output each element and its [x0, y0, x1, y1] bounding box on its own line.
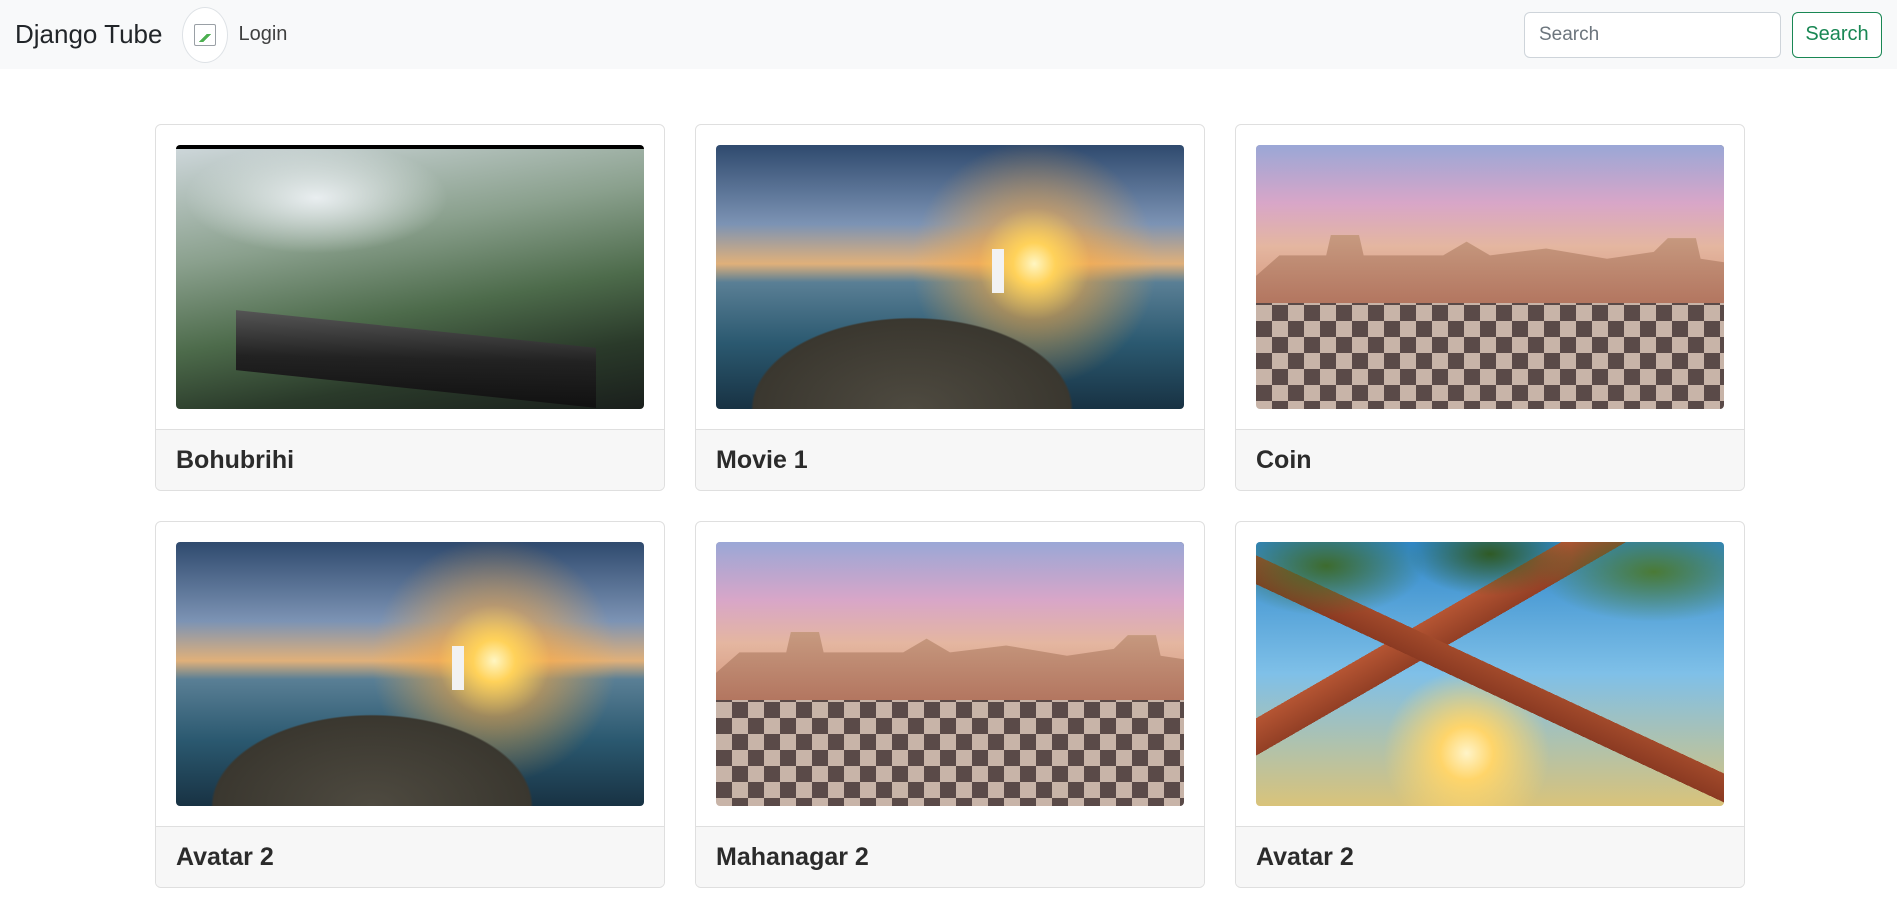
brand-link[interactable]: Django Tube	[15, 19, 162, 50]
video-thumbnail[interactable]	[1256, 145, 1724, 409]
broken-image-icon	[194, 23, 217, 46]
card-body	[1236, 522, 1744, 826]
video-card[interactable]: Movie 1	[695, 124, 1205, 491]
search-form: Search	[1524, 11, 1882, 58]
video-thumbnail[interactable]	[176, 145, 644, 409]
card-body	[156, 522, 664, 826]
card-body	[696, 522, 1204, 826]
card-body	[696, 125, 1204, 429]
video-card[interactable]: Mahanagar 2	[695, 521, 1205, 888]
video-title[interactable]: Avatar 2	[156, 826, 664, 887]
video-card[interactable]: Avatar 2	[1235, 521, 1745, 888]
video-title[interactable]: Movie 1	[696, 429, 1204, 490]
search-button[interactable]: Search	[1792, 11, 1882, 58]
video-title[interactable]: Coin	[1236, 429, 1744, 490]
card-body	[156, 125, 664, 429]
video-thumbnail[interactable]	[1256, 542, 1724, 806]
video-card[interactable]: Coin	[1235, 124, 1745, 491]
video-title[interactable]: Avatar 2	[1236, 826, 1744, 887]
video-card[interactable]: Bohubrihi	[155, 124, 665, 491]
video-thumbnail[interactable]	[716, 542, 1184, 806]
video-title[interactable]: Bohubrihi	[156, 429, 664, 490]
video-grid: Bohubrihi Movie 1 Coin Avatar 2 Mahanaga…	[155, 124, 1745, 888]
video-thumbnail[interactable]	[716, 145, 1184, 409]
video-card[interactable]: Avatar 2	[155, 521, 665, 888]
video-title[interactable]: Mahanagar 2	[696, 826, 1204, 887]
login-link[interactable]: Login	[238, 23, 287, 46]
video-thumbnail[interactable]	[176, 542, 644, 806]
search-input[interactable]	[1524, 11, 1781, 58]
card-body	[1236, 125, 1744, 429]
navbar: Django Tube Login Search	[0, 0, 1897, 69]
avatar[interactable]	[182, 6, 229, 63]
